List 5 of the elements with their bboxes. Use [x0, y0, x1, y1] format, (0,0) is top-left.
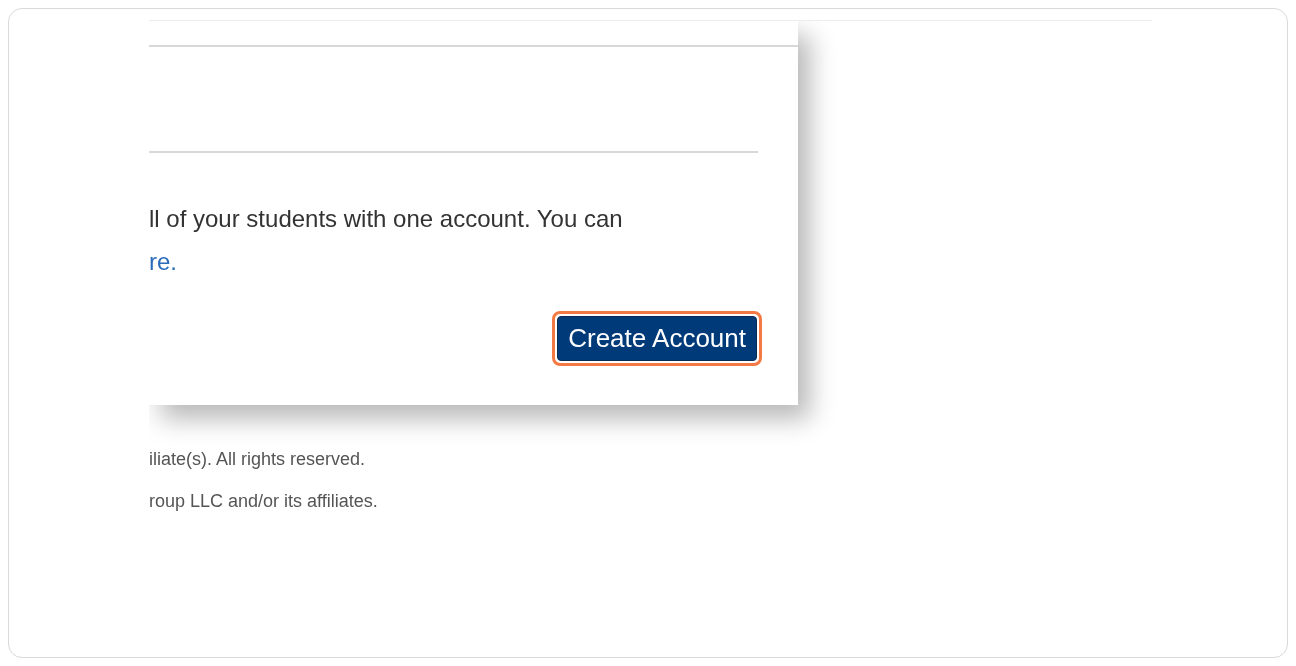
footer-text: roup LLC and/or its affiliates.	[149, 491, 379, 511]
body-text: ll of your students with one account. You can re.	[149, 204, 624, 277]
learn-more-link[interactable]: re.	[149, 248, 177, 275]
footer-text: iliate(s). All rights reserved.	[149, 449, 367, 469]
create-account-button[interactable]: Create Account	[557, 316, 757, 361]
